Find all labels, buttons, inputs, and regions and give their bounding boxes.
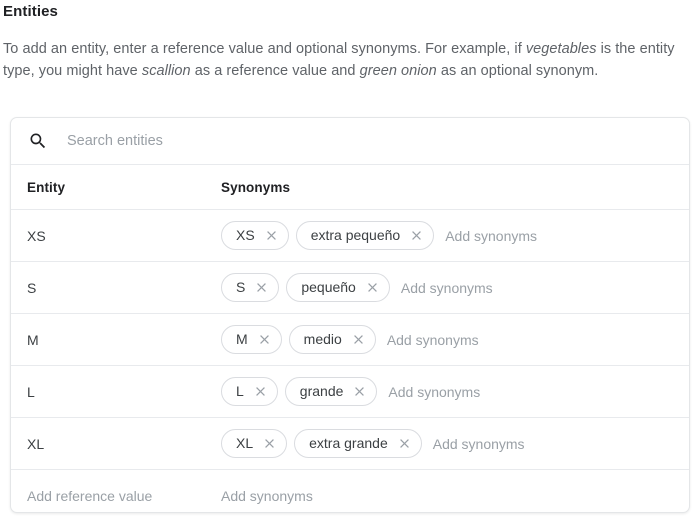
- add-synonyms-placeholder: Add synonyms: [221, 488, 313, 504]
- synonym-chip-label: XL: [236, 435, 254, 451]
- synonym-chip-label: extra grande: [309, 435, 388, 451]
- add-synonyms-placeholder: Add synonyms: [400, 279, 493, 296]
- table-row[interactable]: M Mmedio Add synonyms: [11, 314, 689, 366]
- entities-table: Entity Synonyms XS XS extra pequeño Add syn…: [11, 165, 689, 512]
- description-text: as a reference value and: [190, 63, 360, 79]
- synonym-chip[interactable]: medio: [288, 325, 376, 354]
- close-icon[interactable]: [262, 436, 277, 451]
- close-icon[interactable]: [351, 332, 366, 347]
- synonyms-cell[interactable]: Mmedio Add synonyms: [221, 325, 689, 354]
- page-title: Entities: [3, 3, 58, 20]
- table-row-add-new[interactable]: Add reference value Add synonyms: [11, 470, 689, 512]
- close-icon[interactable]: [365, 280, 380, 295]
- table-row[interactable]: XS XS extra pequeño Add synonyms: [11, 210, 689, 262]
- close-icon[interactable]: [397, 436, 412, 451]
- entities-card: Entity Synonyms XS XS extra pequeño Add syn…: [10, 117, 690, 513]
- synonym-chip[interactable]: M: [221, 325, 282, 354]
- entities-page: Entities To add an entity, enter a refer…: [0, 0, 696, 521]
- synonym-chip-label: grande: [299, 383, 344, 399]
- entity-reference-value[interactable]: L: [11, 384, 221, 400]
- synonym-chip-label: S: [236, 279, 246, 295]
- description-emphasis: green onion: [359, 63, 437, 79]
- add-reference-value-placeholder: Add reference value: [27, 488, 153, 504]
- close-icon[interactable]: [352, 384, 367, 399]
- add-synonyms-placeholder: Add synonyms: [386, 331, 479, 348]
- synonym-chip-label: pequeño: [301, 279, 356, 295]
- synonym-chip[interactable]: XL: [221, 429, 288, 458]
- add-synonyms-placeholder: Add synonyms: [432, 435, 525, 452]
- synonyms-cell[interactable]: Lgrande Add synonyms: [221, 377, 689, 406]
- search-input[interactable]: [67, 129, 507, 153]
- synonym-chip-label: M: [236, 331, 248, 347]
- section-description: To add an entity, enter a reference valu…: [3, 38, 693, 82]
- synonyms-cell[interactable]: Spequeño Add synonyms: [221, 273, 689, 302]
- add-synonyms-placeholder: Add synonyms: [445, 227, 538, 244]
- close-icon[interactable]: [264, 228, 279, 243]
- close-icon[interactable]: [257, 332, 272, 347]
- table-row[interactable]: S Spequeño Add synonyms: [11, 262, 689, 314]
- synonym-chip[interactable]: L: [221, 377, 278, 406]
- synonym-chip[interactable]: extra grande: [294, 429, 422, 458]
- synonyms-cell[interactable]: XL extra grande Add synonyms: [221, 429, 689, 458]
- table-body: XS XS extra pequeño Add synonyms S Spequeño Ad…: [11, 210, 689, 470]
- description-text: as an optional synonym.: [436, 63, 599, 79]
- close-icon[interactable]: [254, 280, 269, 295]
- synonym-chip[interactable]: pequeño: [286, 273, 390, 302]
- add-synonyms-placeholder: Add synonyms: [388, 383, 481, 400]
- table-header-row: Entity Synonyms: [11, 165, 689, 210]
- synonym-chip[interactable]: grande: [284, 377, 378, 406]
- description-emphasis: scallion: [141, 63, 191, 79]
- description-emphasis: vegetables: [525, 41, 597, 57]
- search-bar[interactable]: [11, 118, 689, 165]
- entity-reference-value[interactable]: M: [11, 332, 221, 348]
- entity-reference-value[interactable]: XL: [11, 436, 221, 452]
- entity-reference-value[interactable]: S: [11, 280, 221, 296]
- synonym-chip-label: L: [236, 383, 244, 399]
- close-icon[interactable]: [409, 228, 424, 243]
- synonym-chip-label: XS: [236, 227, 255, 243]
- column-header-entity: Entity: [27, 179, 66, 195]
- synonym-chip[interactable]: S: [221, 273, 280, 302]
- description-text: To add an entity, enter a reference valu…: [3, 41, 526, 57]
- add-reference-value-cell[interactable]: Add reference value: [11, 488, 221, 504]
- column-header-synonyms: Synonyms: [221, 179, 291, 195]
- synonym-chip-label: extra pequeño: [310, 227, 401, 243]
- add-synonyms-cell-new[interactable]: Add synonyms: [221, 488, 689, 504]
- synonym-chip[interactable]: XS: [221, 221, 289, 250]
- close-icon[interactable]: [253, 384, 268, 399]
- entity-reference-value[interactable]: XS: [11, 228, 221, 244]
- table-row[interactable]: L Lgrande Add synonyms: [11, 366, 689, 418]
- table-row[interactable]: XL XL extra grande Add synonyms: [11, 418, 689, 470]
- synonym-chip[interactable]: extra pequeño: [295, 221, 435, 250]
- synonym-chip-label: medio: [303, 331, 342, 347]
- search-icon: [30, 133, 46, 149]
- synonyms-cell[interactable]: XS extra pequeño Add synonyms: [221, 221, 689, 250]
